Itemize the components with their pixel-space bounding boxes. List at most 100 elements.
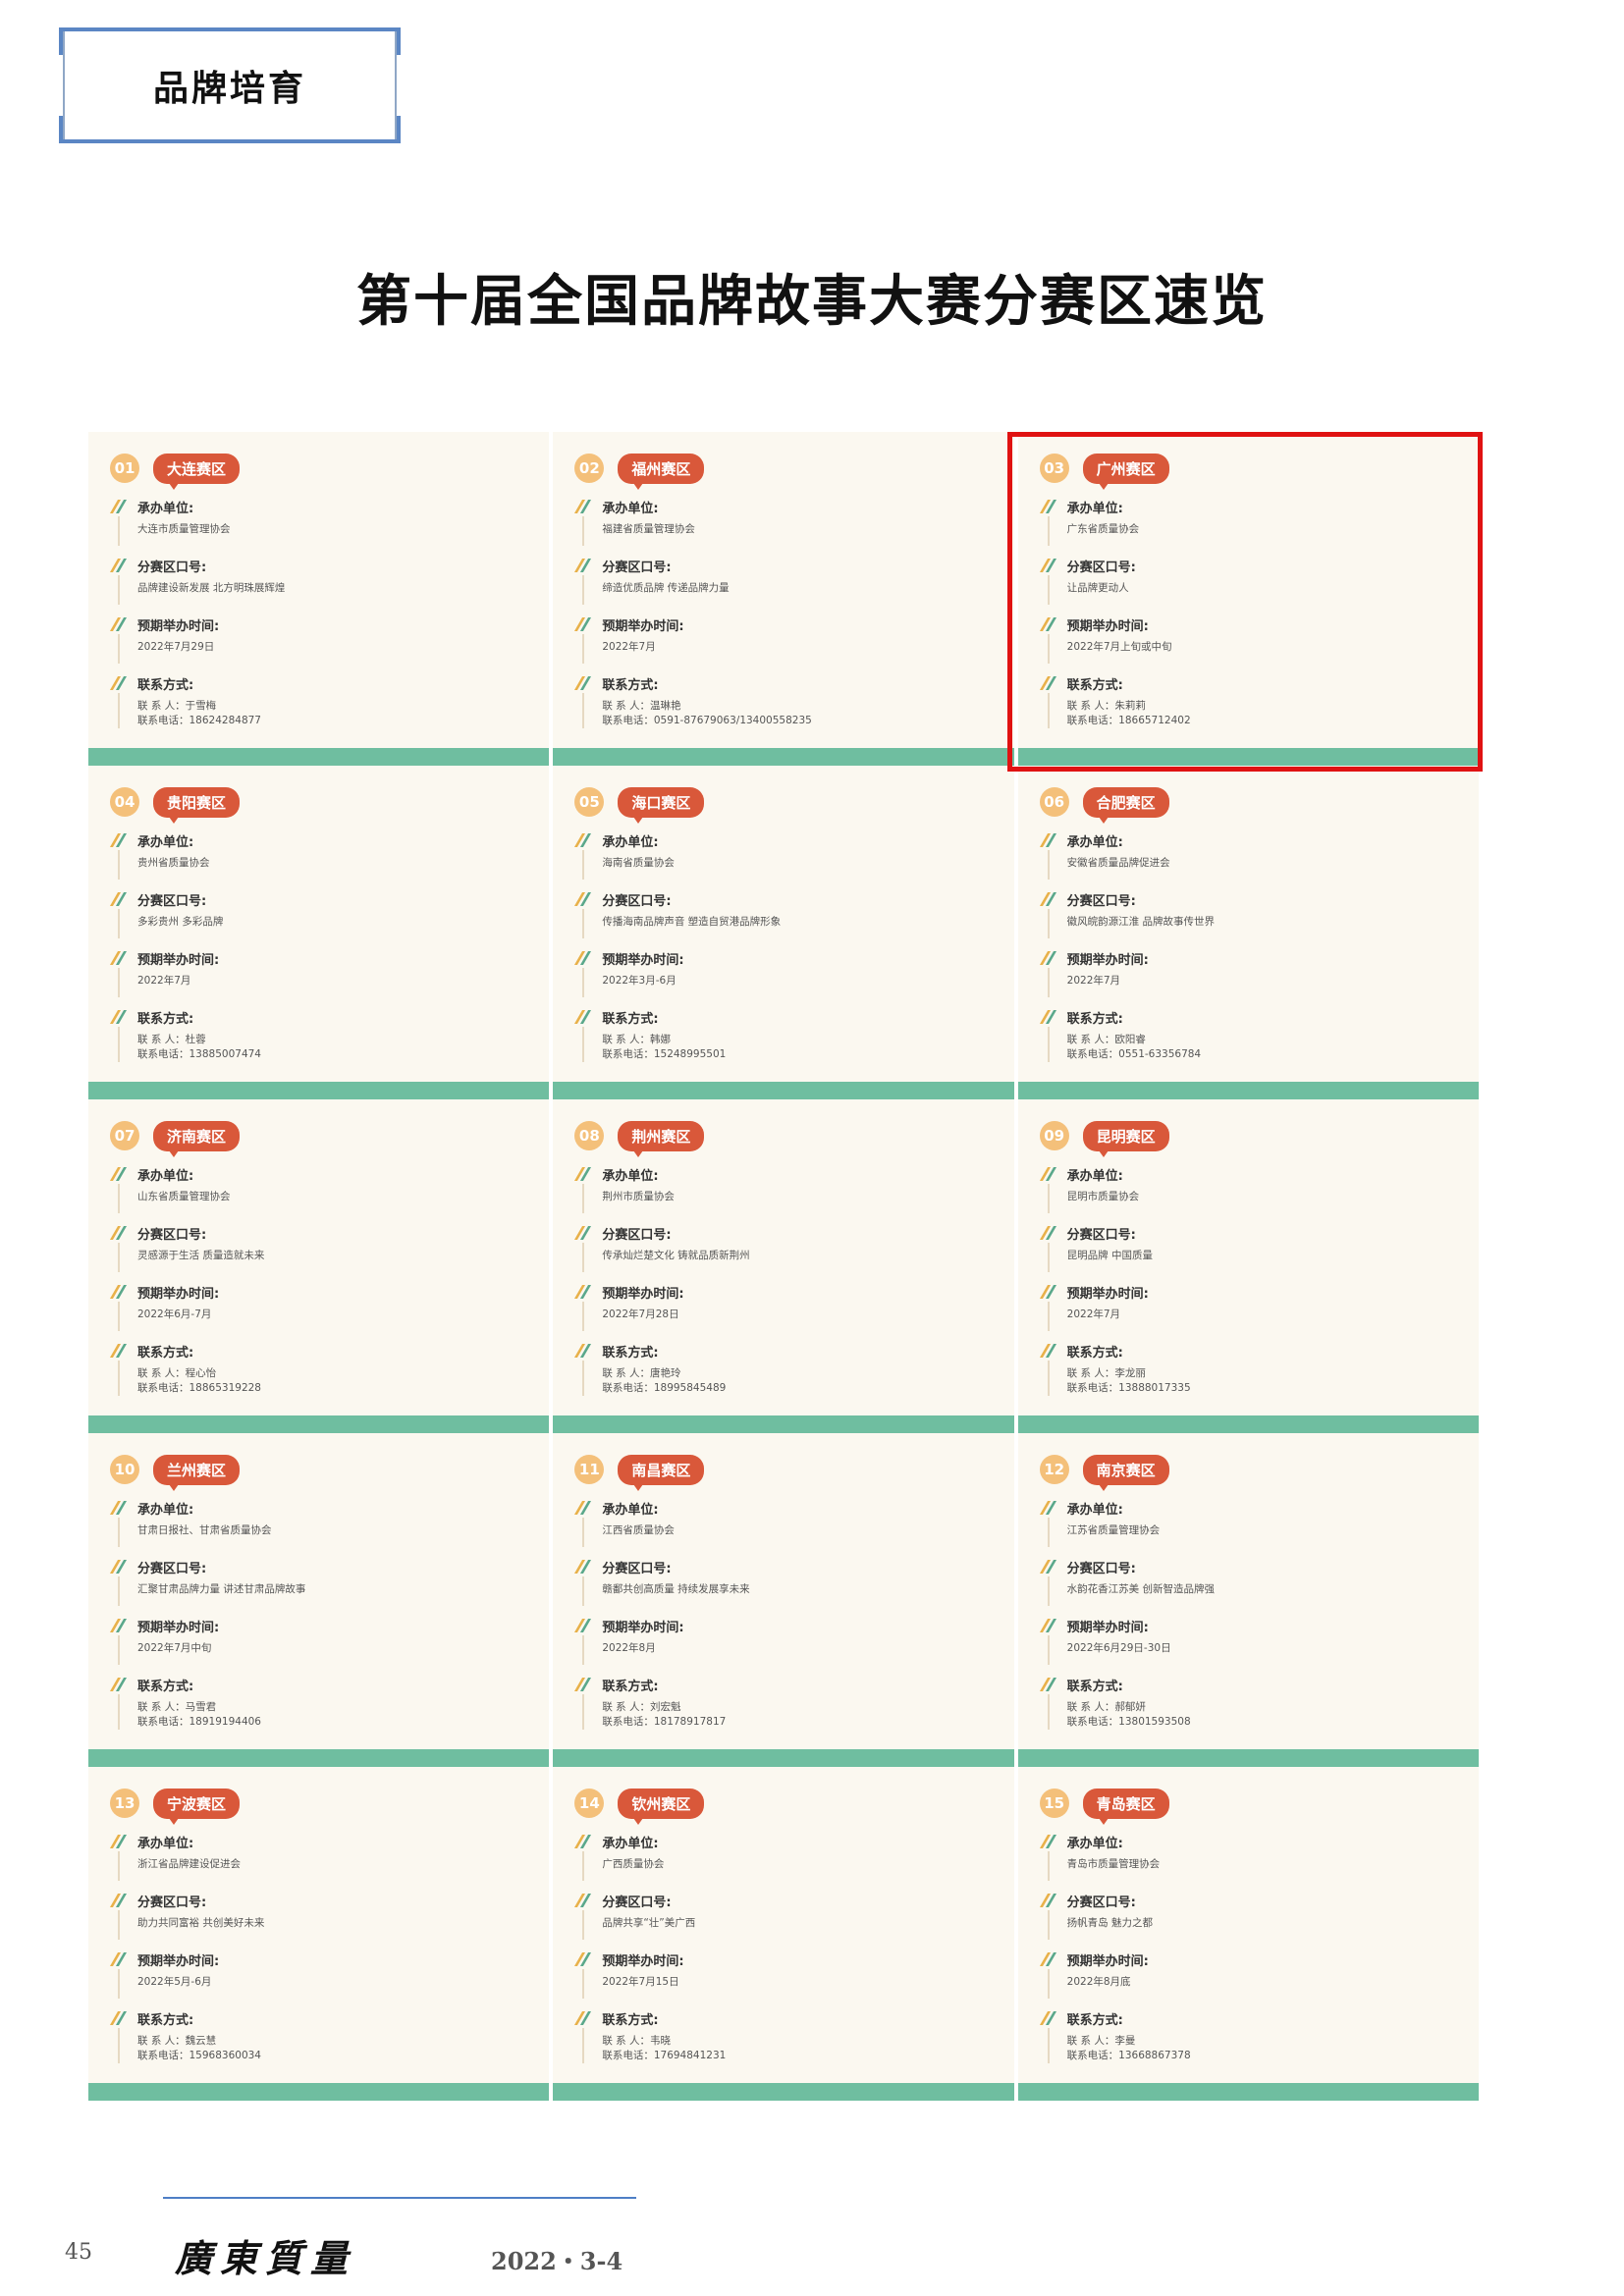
division-name-pill: 大连赛区 [153, 453, 241, 490]
field-value: 联 系 人：马雪君 联系电话：18919194406 [118, 1694, 529, 1730]
field-value: 2022年7月15日 [582, 1969, 994, 1999]
field-contact: 联系方式: 联 系 人：马雪君 联系电话：18919194406 [109, 1675, 529, 1730]
double-slash-icon [109, 676, 128, 690]
double-slash-icon [574, 2011, 592, 2025]
field-label-text: 预期举办时间: [137, 1953, 220, 1969]
contact-person: 联 系 人：唐艳玲 [602, 1367, 681, 1379]
field-label-text: 联系方式: [1066, 1679, 1123, 1694]
contact-phone: 联系电话：13888017335 [1066, 1382, 1191, 1394]
double-slash-icon [1039, 1501, 1057, 1515]
division-header: 04 贵阳赛区 [110, 783, 529, 824]
field-time: 预期举办时间: 2022年7月 [1039, 1282, 1459, 1331]
double-slash-icon [109, 1619, 128, 1632]
field-value: 联 系 人：唐艳玲 联系电话：18995845489 [582, 1361, 994, 1396]
field-contact: 联系方式: 联 系 人：刘宏魁 联系电话：18178917817 [574, 1675, 994, 1730]
division-header: 11 南昌赛区 [574, 1451, 994, 1491]
division-number-badge: 15 [1039, 1789, 1069, 1818]
field-value: 2022年8月底 [1047, 1969, 1459, 1999]
contact-phone: 联系电话：18865319228 [137, 1382, 261, 1394]
division-header: 08 荆州赛区 [574, 1117, 994, 1157]
field-slogan: 分赛区口号: 缔造优质品牌 传递品牌力量 [574, 556, 994, 605]
double-slash-icon [109, 2011, 128, 2025]
double-slash-icon [1039, 500, 1057, 513]
division-header: 06 合肥赛区 [1039, 783, 1459, 824]
division-number-badge: 10 [110, 1455, 139, 1484]
field-value: 联 系 人：杜蓉 联系电话：13885007474 [118, 1027, 529, 1062]
field-label: 承办单位: [109, 1498, 529, 1518]
division-header: 10 兰州赛区 [110, 1451, 529, 1491]
field-label: 联系方式: [1039, 1341, 1459, 1361]
contact-phone: 联系电话：0591-87679063/13400558235 [602, 715, 812, 726]
field-value: 青岛市质量管理协会 [1047, 1851, 1459, 1881]
division-number-badge: 02 [574, 454, 605, 483]
contact-person: 联 系 人：马雪君 [137, 1701, 217, 1713]
field-value: 多彩贵州 多彩品牌 [118, 909, 529, 938]
field-value: 福建省质量管理协会 [582, 516, 994, 546]
division-card: 14 钦州赛区 承办单位: 广西质量协会 分赛区口号: 品牌共享“壮”美广西 预期举办时间:… [551, 1767, 1016, 2101]
field-label-text: 预期举办时间: [1066, 1620, 1149, 1635]
field-label: 联系方式: [1039, 2008, 1459, 2028]
double-slash-icon [1039, 559, 1057, 572]
field-time: 预期举办时间: 2022年8月底 [1039, 1949, 1459, 1999]
field-time: 预期举办时间: 2022年7月28日 [574, 1282, 994, 1331]
double-slash-icon [109, 1167, 128, 1181]
field-label: 分赛区口号: [574, 889, 994, 909]
magazine-logo: 廣東質量 [175, 2236, 356, 2280]
field-value: 联 系 人：朱莉莉 联系电话：18665712402 [1047, 693, 1459, 728]
field-label-text: 预期举办时间: [1066, 952, 1149, 968]
issue-number: 2022・3-4 [491, 2247, 623, 2275]
double-slash-icon [109, 1678, 128, 1691]
field-value: 联 系 人：郝郁妍 联系电话：13801593508 [1047, 1694, 1459, 1730]
field-contact: 联系方式: 联 系 人：韦晓 联系电话：17694841231 [574, 2008, 994, 2063]
field-label: 预期举办时间: [1039, 614, 1459, 634]
field-label: 联系方式: [109, 1007, 529, 1027]
field-value: 荆州市质量协会 [582, 1184, 994, 1213]
field-label-text: 预期举办时间: [602, 1953, 684, 1969]
double-slash-icon [109, 1894, 128, 1907]
double-slash-icon [109, 559, 128, 572]
field-label-text: 分赛区口号: [137, 1895, 207, 1910]
field-slogan: 分赛区口号: 灵感源于生活 质量造就未来 [109, 1223, 529, 1272]
card-bottom-bar [1017, 2083, 1479, 2101]
division-card: 09 昆明赛区 承办单位: 昆明市质量协会 分赛区口号: 昆明品牌 中国质量 预期举办时间:… [1015, 1099, 1481, 1433]
field-value: 江苏省质量管理协会 [1047, 1518, 1459, 1547]
field-label-text: 分赛区口号: [602, 893, 672, 909]
double-slash-icon [109, 500, 128, 513]
field-slogan: 分赛区口号: 传承灿烂楚文化 铸就品质新荆州 [574, 1223, 994, 1272]
double-slash-icon [574, 559, 592, 572]
field-time: 预期举办时间: 2022年5月-6月 [109, 1949, 529, 1999]
field-contact: 联系方式: 联 系 人：郝郁妍 联系电话：13801593508 [1039, 1675, 1459, 1730]
field-label-text: 承办单位: [137, 834, 194, 850]
field-label-text: 分赛区口号: [602, 1227, 672, 1243]
division-card: 08 荆州赛区 承办单位: 荆州市质量协会 分赛区口号: 传承灿烂楚文化 铸就品质新荆州预… [551, 1099, 1016, 1433]
field-label-text: 分赛区口号: [1066, 1227, 1136, 1243]
field-label-text: 联系方式: [137, 1011, 194, 1027]
contact-phone: 联系电话：18624284877 [137, 715, 261, 726]
field-label-text: 承办单位: [137, 1502, 194, 1518]
field-slogan: 分赛区口号: 水韵花香江苏美 创新智造品牌强 [1039, 1557, 1459, 1606]
division-header: 01 大连赛区 [110, 450, 529, 490]
field-value: 昆明品牌 中国质量 [1047, 1243, 1459, 1272]
field-label: 联系方式: [1039, 1675, 1459, 1694]
double-slash-icon [574, 1619, 592, 1632]
field-label-text: 预期举办时间: [137, 952, 220, 968]
field-label: 分赛区口号: [1039, 556, 1459, 575]
division-name-pill: 贵阳赛区 [153, 786, 241, 824]
field-label-text: 预期举办时间: [602, 618, 684, 634]
footer-divider [163, 2197, 636, 2199]
double-slash-icon [109, 1226, 128, 1240]
field-value: 2022年3月-6月 [582, 968, 994, 997]
field-value: 山东省质量管理协会 [118, 1184, 529, 1213]
page-title: 第十届全国品牌故事大赛分赛区速览 [356, 270, 1268, 334]
field-value: 联 系 人：温琳艳 联系电话：0591-87679063/13400558235 [582, 693, 994, 728]
field-organizer: 承办单位: 青岛市质量管理协会 [1039, 1832, 1459, 1881]
field-value: 贵州省质量协会 [118, 850, 529, 880]
field-time: 预期举办时间: 2022年7月中旬 [109, 1616, 529, 1665]
field-label: 承办单位: [1039, 1832, 1459, 1851]
double-slash-icon [574, 833, 592, 847]
contact-person: 联 系 人：欧阳睿 [1066, 1034, 1146, 1045]
field-label-text: 分赛区口号: [1066, 560, 1136, 575]
field-label-text: 预期举办时间: [1066, 1286, 1149, 1302]
field-value: 品牌共享“壮”美广西 [582, 1910, 994, 1940]
double-slash-icon [574, 1344, 592, 1358]
